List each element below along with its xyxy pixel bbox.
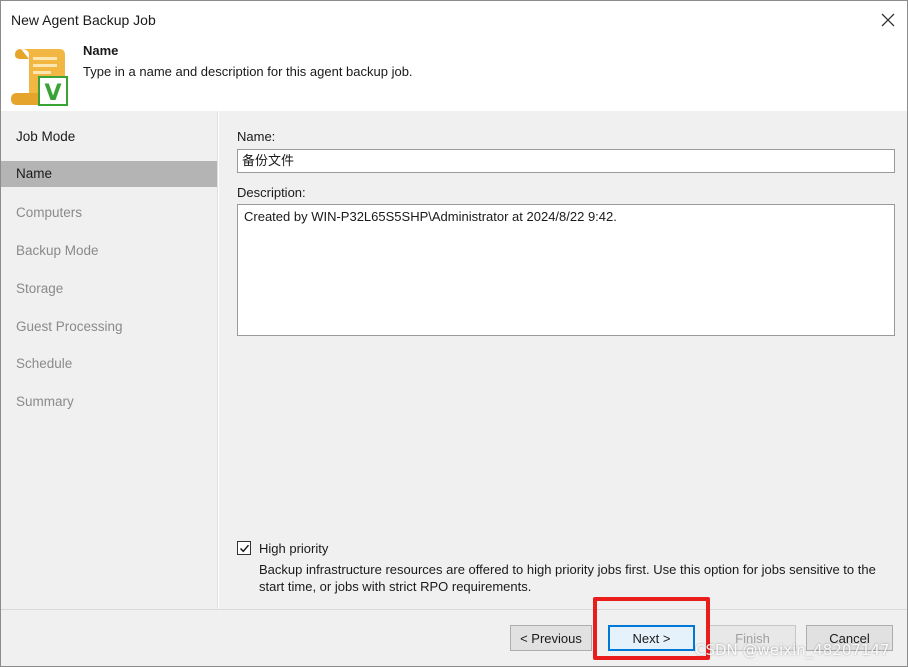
close-button[interactable] [875,7,901,33]
veeam-scroll-icon: V [11,49,68,106]
sidebar-item-computers: Computers [16,205,83,220]
dialog-window: New Agent Backup Job V Name Type in a na… [0,0,908,667]
watermark: CSDN @weixin_48207147 [695,641,890,659]
step-title: Name [83,43,119,58]
wizard-header: V Name Type in a name and description fo… [1,39,907,111]
previous-button[interactable]: < Previous [510,625,592,651]
checkmark-icon [239,544,249,552]
next-button[interactable]: Next > [608,625,695,651]
main-panel: Name: 备份文件 Description: Created by WIN-P… [219,111,907,609]
sidebar-item-storage: Storage [16,281,64,296]
sidebar-item-backup-mode: Backup Mode [16,243,99,258]
description-label: Description: [237,185,306,200]
sidebar-item-job-mode[interactable]: Job Mode [1,124,217,150]
logo-letter: V [44,81,61,106]
sidebar-item-schedule: Schedule [16,356,73,371]
name-input[interactable]: 备份文件 [237,149,895,173]
sidebar-item-guest-processing: Guest Processing [16,319,123,334]
sidebar-item-summary: Summary [16,394,74,409]
window-title: New Agent Backup Job [11,12,156,28]
wizard-steps-sidebar: Job Mode Name Computers Backup Mode Stor… [1,111,218,609]
description-textarea[interactable]: Created by WIN-P32L65S5SHP\Administrator… [237,204,895,336]
sidebar-item-name[interactable]: Name [1,161,217,187]
high-priority-description: Backup infrastructure resources are offe… [259,562,876,594]
step-description: Type in a name and description for this … [83,64,413,79]
name-label: Name: [237,129,276,144]
title-bar: New Agent Backup Job [1,1,907,39]
close-icon [881,13,895,27]
high-priority-checkbox[interactable] [237,541,251,555]
high-priority-label[interactable]: High priority [259,541,328,556]
